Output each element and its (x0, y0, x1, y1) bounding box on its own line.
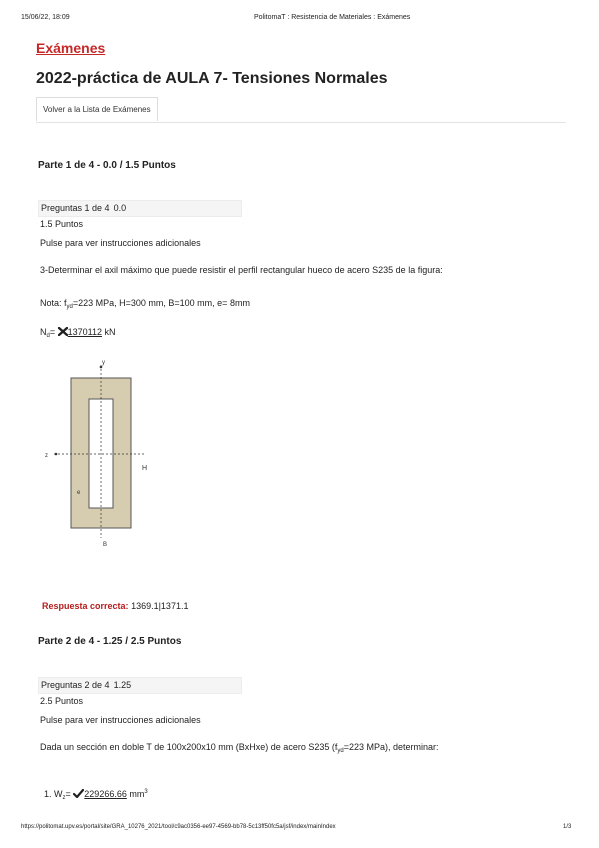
answer-unit: kN (104, 327, 116, 337)
question-2-statement: Dada un sección en doble T de 100x200x10… (40, 742, 438, 754)
question-1-correct-answer: Respuesta correcta: 1369.1|1371.1 (42, 601, 188, 611)
question-1-statement: 3-Determinar el axil máximo que puede re… (40, 265, 443, 275)
print-site-title: PolitomaT : Resistencia de Materiales : … (254, 14, 411, 21)
hollow-section-figure: y z H e B (45, 360, 147, 548)
question-2-instructions-link[interactable]: Pulse para ver instrucciones adicionales (40, 715, 201, 725)
question-2-score-box: Preguntas 2 de 4 1.25 (38, 677, 242, 694)
label-y: y (102, 360, 105, 366)
question-2-item-1: 1. Wz= 229266.66 mm3 (44, 789, 148, 801)
question-1-instructions-link[interactable]: Pulse para ver instrucciones adicionales (40, 238, 201, 248)
part-2-heading: Parte 2 de 4 - 1.25 / 2.5 Puntos (38, 636, 182, 647)
z-axis-arrow (54, 452, 58, 456)
correct-answer-value: 1369.1|1371.1 (131, 601, 189, 611)
incorrect-x-icon (57, 327, 68, 336)
note-prefix: Nota: f (40, 298, 67, 308)
y-axis-arrow (99, 365, 103, 369)
question-2-points: 2.5 Puntos (40, 696, 84, 706)
question-2-score: 1.25 (113, 680, 132, 690)
correct-check-icon (73, 789, 85, 798)
print-datetime: 15/06/22, 18:09 (21, 14, 70, 21)
label-h: H (142, 465, 147, 472)
item-prefix: 1. W (44, 789, 63, 799)
back-to-exams-button[interactable]: Volver a la Lista de Exámenes (36, 97, 158, 121)
item-equals: = (65, 789, 71, 799)
breadcrumb-examenes[interactable]: Exámenes (36, 40, 105, 56)
print-footer-url: https://politomat.upv.es/portal/site/GRA… (21, 824, 336, 830)
item-value: 229266.66 (84, 789, 127, 799)
question-1-score: 0.0 (113, 203, 127, 213)
item-unit: mm (129, 789, 145, 799)
label-z: z (45, 453, 48, 459)
note-rest: =223 MPa, H=300 mm, B=100 mm, e= 8mm (72, 298, 250, 308)
toolbar: Volver a la Lista de Exámenes (36, 97, 566, 123)
question-2-label: Preguntas 2 de 4 (41, 680, 110, 690)
page-title: 2022-práctica de AULA 7- Tensiones Norma… (36, 70, 388, 87)
answer-value: 1370112 (67, 327, 102, 337)
question-1-answer-line: Nd= 1370112 kN (40, 327, 116, 339)
item-superscript: 3 (144, 789, 148, 795)
question-1-note: Nota: fyd=223 MPa, H=300 mm, B=100 mm, e… (40, 298, 250, 310)
part-1-heading: Parte 1 de 4 - 0.0 / 1.5 Puntos (38, 160, 176, 171)
answer-equals: = (49, 327, 56, 337)
label-b: B (103, 542, 107, 548)
question-1-score-box: Preguntas 1 de 4 0.0 (38, 200, 242, 217)
statement-rest: =223 MPa), determinar: (343, 742, 439, 752)
question-1-points: 1.5 Puntos (40, 219, 84, 229)
statement-prefix: Dada un sección en doble T de 100x200x10… (40, 742, 338, 752)
question-1-label: Preguntas 1 de 4 (41, 203, 110, 213)
correct-answer-label: Respuesta correcta: (42, 601, 129, 611)
print-footer-page: 1/3 (563, 824, 572, 830)
